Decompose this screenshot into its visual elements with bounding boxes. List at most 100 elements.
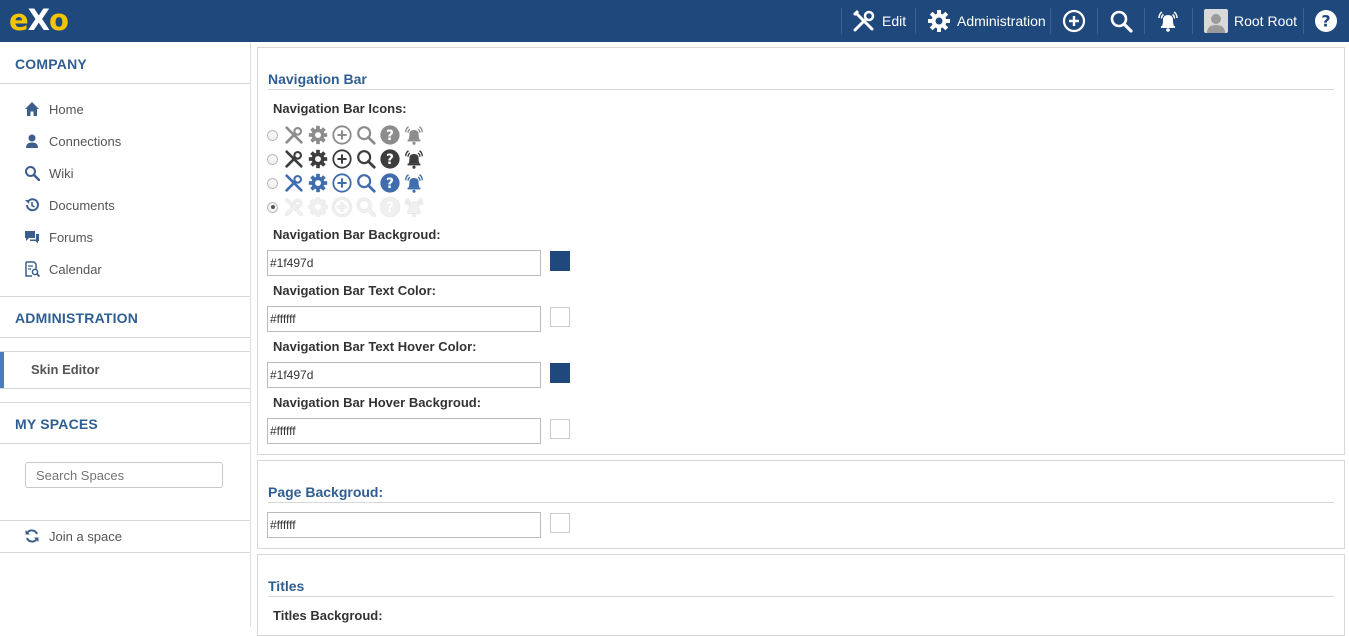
user-name: Root Root [1234,13,1298,29]
bell-icon [405,198,423,217]
divider [0,520,250,521]
sidebar-item-label: Connections [49,133,122,149]
company-heading: COMPANY [15,56,87,72]
skin-editor-label: Skin Editor [31,362,100,377]
tools-icon [285,198,303,216]
icon-set-option[interactable]: ? [267,124,427,146]
navigation-bar-title: Navigation Bar [268,71,367,87]
navbar-text-color-swatch[interactable] [550,307,570,327]
svg-text:?: ? [386,176,394,192]
help-button[interactable]: ? [1314,0,1338,42]
bell-icon [405,174,423,193]
sidebar-item-skin-editor[interactable]: Skin Editor [0,351,250,389]
topbar-divider [915,8,916,34]
svg-text:?: ? [386,200,394,216]
logo-letter-o: o [49,3,69,37]
help-icon: ? [380,173,400,193]
topbar-divider [1303,8,1304,34]
plus-circle-icon [332,125,352,145]
icon-set-radio[interactable] [267,177,278,189]
navbar-background-swatch[interactable] [550,251,570,271]
icon-set-option[interactable]: ? [267,196,427,218]
sidebar-item-wiki[interactable]: Wiki [24,163,74,183]
navbar-hover-background-label: Navigation Bar Hover Backgroud: [273,395,482,410]
sidebar-item-calendar[interactable]: Calendar [24,259,102,279]
edit-label: Edit [882,13,907,29]
home-icon [24,101,40,117]
sidebar-item-forums[interactable]: Forums [24,227,93,247]
user-icon [24,133,40,149]
tools-icon [852,9,876,33]
left-sidebar: COMPANY Home Connections Wiki Documents … [0,42,251,626]
search-icon [24,165,40,181]
topbar-divider [1097,8,1098,34]
topbar-divider [1144,8,1145,34]
search-button[interactable] [1109,0,1133,42]
navbar-background-input[interactable] [267,250,541,276]
gear-icon [308,125,328,145]
plus-circle-icon [332,173,352,193]
my-spaces-heading: MY SPACES [15,416,98,432]
notifications-button[interactable] [1156,0,1180,42]
sidebar-item-label: Calendar [49,261,102,277]
plus-circle-icon [332,149,352,169]
sidebar-item-documents[interactable]: Documents [24,195,115,215]
chat-icon [24,229,40,245]
divider [0,296,250,297]
logo-letter-x: X [27,3,50,37]
navbar-text-color-label: Navigation Bar Text Color: [273,283,437,298]
search-icon [1109,9,1133,33]
sidebar-item-label: Forums [49,229,94,245]
icon-set-radio[interactable] [267,153,278,165]
plus-circle-icon [1062,9,1086,33]
user-menu[interactable]: Root Root [1204,0,1297,42]
search-spaces-input[interactable] [25,462,223,488]
search-icon [357,198,376,217]
navbar-text-color-input[interactable] [267,306,541,332]
administration-heading: ADMINISTRATION [15,310,139,326]
section-rule [268,502,1334,503]
icon-set-option[interactable]: ? [267,172,427,194]
section-rule [268,89,1334,90]
icon-set-radio[interactable] [267,201,278,213]
help-icon: ? [380,125,400,145]
divider [0,443,250,444]
avatar [1204,9,1228,33]
icon-set-option[interactable]: ? [267,148,427,170]
sidebar-item-connections[interactable]: Connections [24,131,121,151]
gear-icon [308,173,328,193]
page-background-swatch[interactable] [550,513,570,533]
navbar-hover-text-label: Navigation Bar Text Hover Color: [273,339,477,354]
divider [0,337,250,338]
search-icon [357,126,376,145]
titles-background-label: Titles Backgroud: [273,608,383,623]
sidebar-item-home[interactable]: Home [24,99,84,119]
icon-set-radio[interactable] [267,129,278,141]
gear-icon [308,197,328,217]
plus-circle-icon [332,197,352,217]
navbar-hover-text-swatch[interactable] [550,363,570,383]
history-icon [24,197,40,213]
bell-icon [405,126,423,145]
exo-logo[interactable]: eXo [9,3,69,37]
topbar-divider [841,8,842,34]
gear-icon [308,149,328,169]
top-navigation-bar: eXo Edit Administration Root Root ? [0,0,1349,42]
edit-button[interactable]: Edit [852,0,906,42]
navbar-background-label: Navigation Bar Backgroud: [273,227,441,242]
gear-icon [927,9,951,33]
navbar-hover-text-input[interactable] [267,362,541,388]
refresh-icon [24,528,40,544]
calendar-search-icon [24,261,40,277]
navbar-hover-background-input[interactable] [267,418,541,444]
administration-button[interactable]: Administration [927,0,1046,42]
sidebar-item-label: Documents [49,197,115,213]
svg-text:?: ? [1321,12,1330,31]
join-space-link[interactable]: Join a space [24,526,122,546]
navbar-hover-background-swatch[interactable] [550,419,570,439]
topbar-divider [1192,8,1193,34]
divider [0,83,250,84]
add-button[interactable] [1062,0,1086,42]
page-background-title: Page Backgroud: [268,484,384,500]
page-background-input[interactable] [267,512,541,538]
